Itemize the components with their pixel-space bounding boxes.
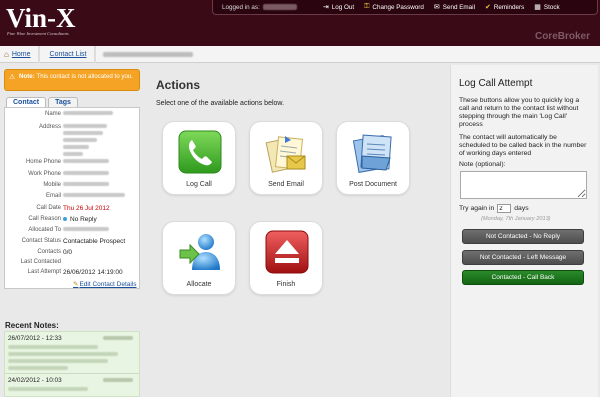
app-header: Vin-X Fine Wine Investment Consultants L… [0,0,600,46]
note-date: 26/07/2012 - 12:33 [8,335,62,342]
actions-title: Actions [156,78,201,92]
breadcrumb-home[interactable]: Home [12,51,31,58]
box-icon: ▦ [534,4,541,11]
try-again-label: Try again in [459,205,495,212]
callback-date-hint: (Monday, 7th January 2013) [481,216,551,222]
email-documents-icon [265,136,306,173]
call-reason-value: No Reply [70,216,97,223]
actions-subtitle: Select one of the available actions belo… [156,100,285,107]
note-prefix: Note: [19,73,35,80]
breadcrumb-contact-list[interactable]: Contact List [50,51,87,58]
finish-label: Finish [276,281,296,288]
eject-icon [265,230,309,274]
recent-notes-list: 26/07/2012 - 12:33 24/02/2012 - 10:03 [4,331,140,397]
note-textarea[interactable] [460,171,587,199]
post-document-label: Post Document [349,181,397,188]
brand-name: CoreBroker [534,31,590,42]
allocate-label: Allocate [186,281,212,288]
nav-stock[interactable]: ▦ Stock [534,3,559,12]
post-document-icon [352,134,392,173]
note-label: Note (optional): [459,161,506,168]
log-call-schedule-description: The contact will automatically be schedu… [459,134,587,157]
home-icon: ⌂ [4,49,9,59]
contact-status-value: Contactable Prospect [63,238,126,245]
nav-reminders[interactable]: ✔ Reminders [484,3,524,12]
not-allocated-note: ⚠ Note: This contact is not allocated to… [4,69,140,91]
nav-change-password[interactable]: ⚿ Change Password [364,3,424,11]
send-email-label: Send Email [268,181,304,188]
days-label: days [514,205,529,212]
app-logo[interactable]: Vin-X [6,3,76,34]
nav-log-out[interactable]: ⇥ Log Out [322,3,354,12]
log-call-label: Log Call [186,181,212,188]
warning-icon: ⚠ [9,74,16,81]
nav-send-email[interactable]: ✉ Send Email [433,3,475,12]
logged-in-user-name [262,4,297,10]
finish-button[interactable]: Finish [249,221,323,295]
mail-icon: ✉ [433,4,440,11]
key-icon: ⚿ [364,3,370,10]
contacts-value: 0/0 [63,249,73,256]
recent-notes-title: Recent Notes: [5,321,59,330]
allocate-user-icon [179,234,220,270]
list-item: 26/07/2012 - 12:33 [5,332,139,374]
breadcrumb-separator [93,45,96,63]
status-dot-icon [63,217,67,222]
logout-icon: ⇥ [322,4,329,11]
pencil-icon: ✎ [73,281,79,288]
not-contacted-left-message-button[interactable]: Not Contacted - Left Message [462,250,584,265]
list-item: 24/02/2012 - 10:03 [5,374,139,397]
breadcrumb-current-contact [102,51,193,57]
not-contacted-no-reply-button[interactable]: Not Contacted - No Reply [462,229,584,244]
note-date: 24/02/2012 - 10:03 [8,377,62,384]
post-document-button[interactable]: Post Document [336,121,410,195]
allocate-button[interactable]: Allocate [162,221,236,295]
logo-tagline: Fine Wine Investment Consultants [7,31,69,36]
note-author [103,336,133,340]
last-attempt-value: 26/06/2012 14:19:00 [63,269,123,276]
send-email-button[interactable]: Send Email [249,121,323,195]
top-navigation: Logged in as: ⇥ Log Out ⚿ Change Password … [212,0,598,15]
try-again-days-input[interactable] [497,204,512,213]
check-icon: ✔ [484,4,491,11]
breadcrumb: ⌂ Home Contact List [0,45,600,63]
logged-in-label: Logged in as: [222,3,260,11]
call-date-value: Thu 26 Jul 2012 [63,205,110,212]
breadcrumb-separator [37,45,40,63]
try-again-row: Try again in days [459,204,529,213]
log-call-title: Log Call Attempt [459,78,533,89]
contacted-call-back-button[interactable]: Contacted - Call Back [462,270,584,285]
log-call-description: These buttons allow you to quickly log a… [459,97,580,128]
phone-icon [178,130,222,174]
contact-details-panel: Name Address Home Phone Work Phone Mobil… [4,107,140,289]
log-call-button[interactable]: Log Call [162,121,236,195]
note-text: This contact is not allocated to you. [36,73,134,80]
edit-contact-details-link[interactable]: ✎Edit Contact Details [73,280,137,288]
note-author [103,378,133,382]
